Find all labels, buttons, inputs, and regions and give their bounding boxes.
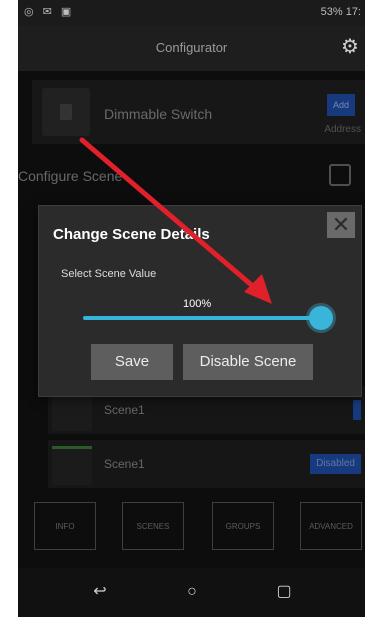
annotation-arrow-head: [244, 274, 272, 304]
annotation-arrow-shaft: [79, 137, 265, 297]
annotation-arrow: [79, 137, 272, 304]
